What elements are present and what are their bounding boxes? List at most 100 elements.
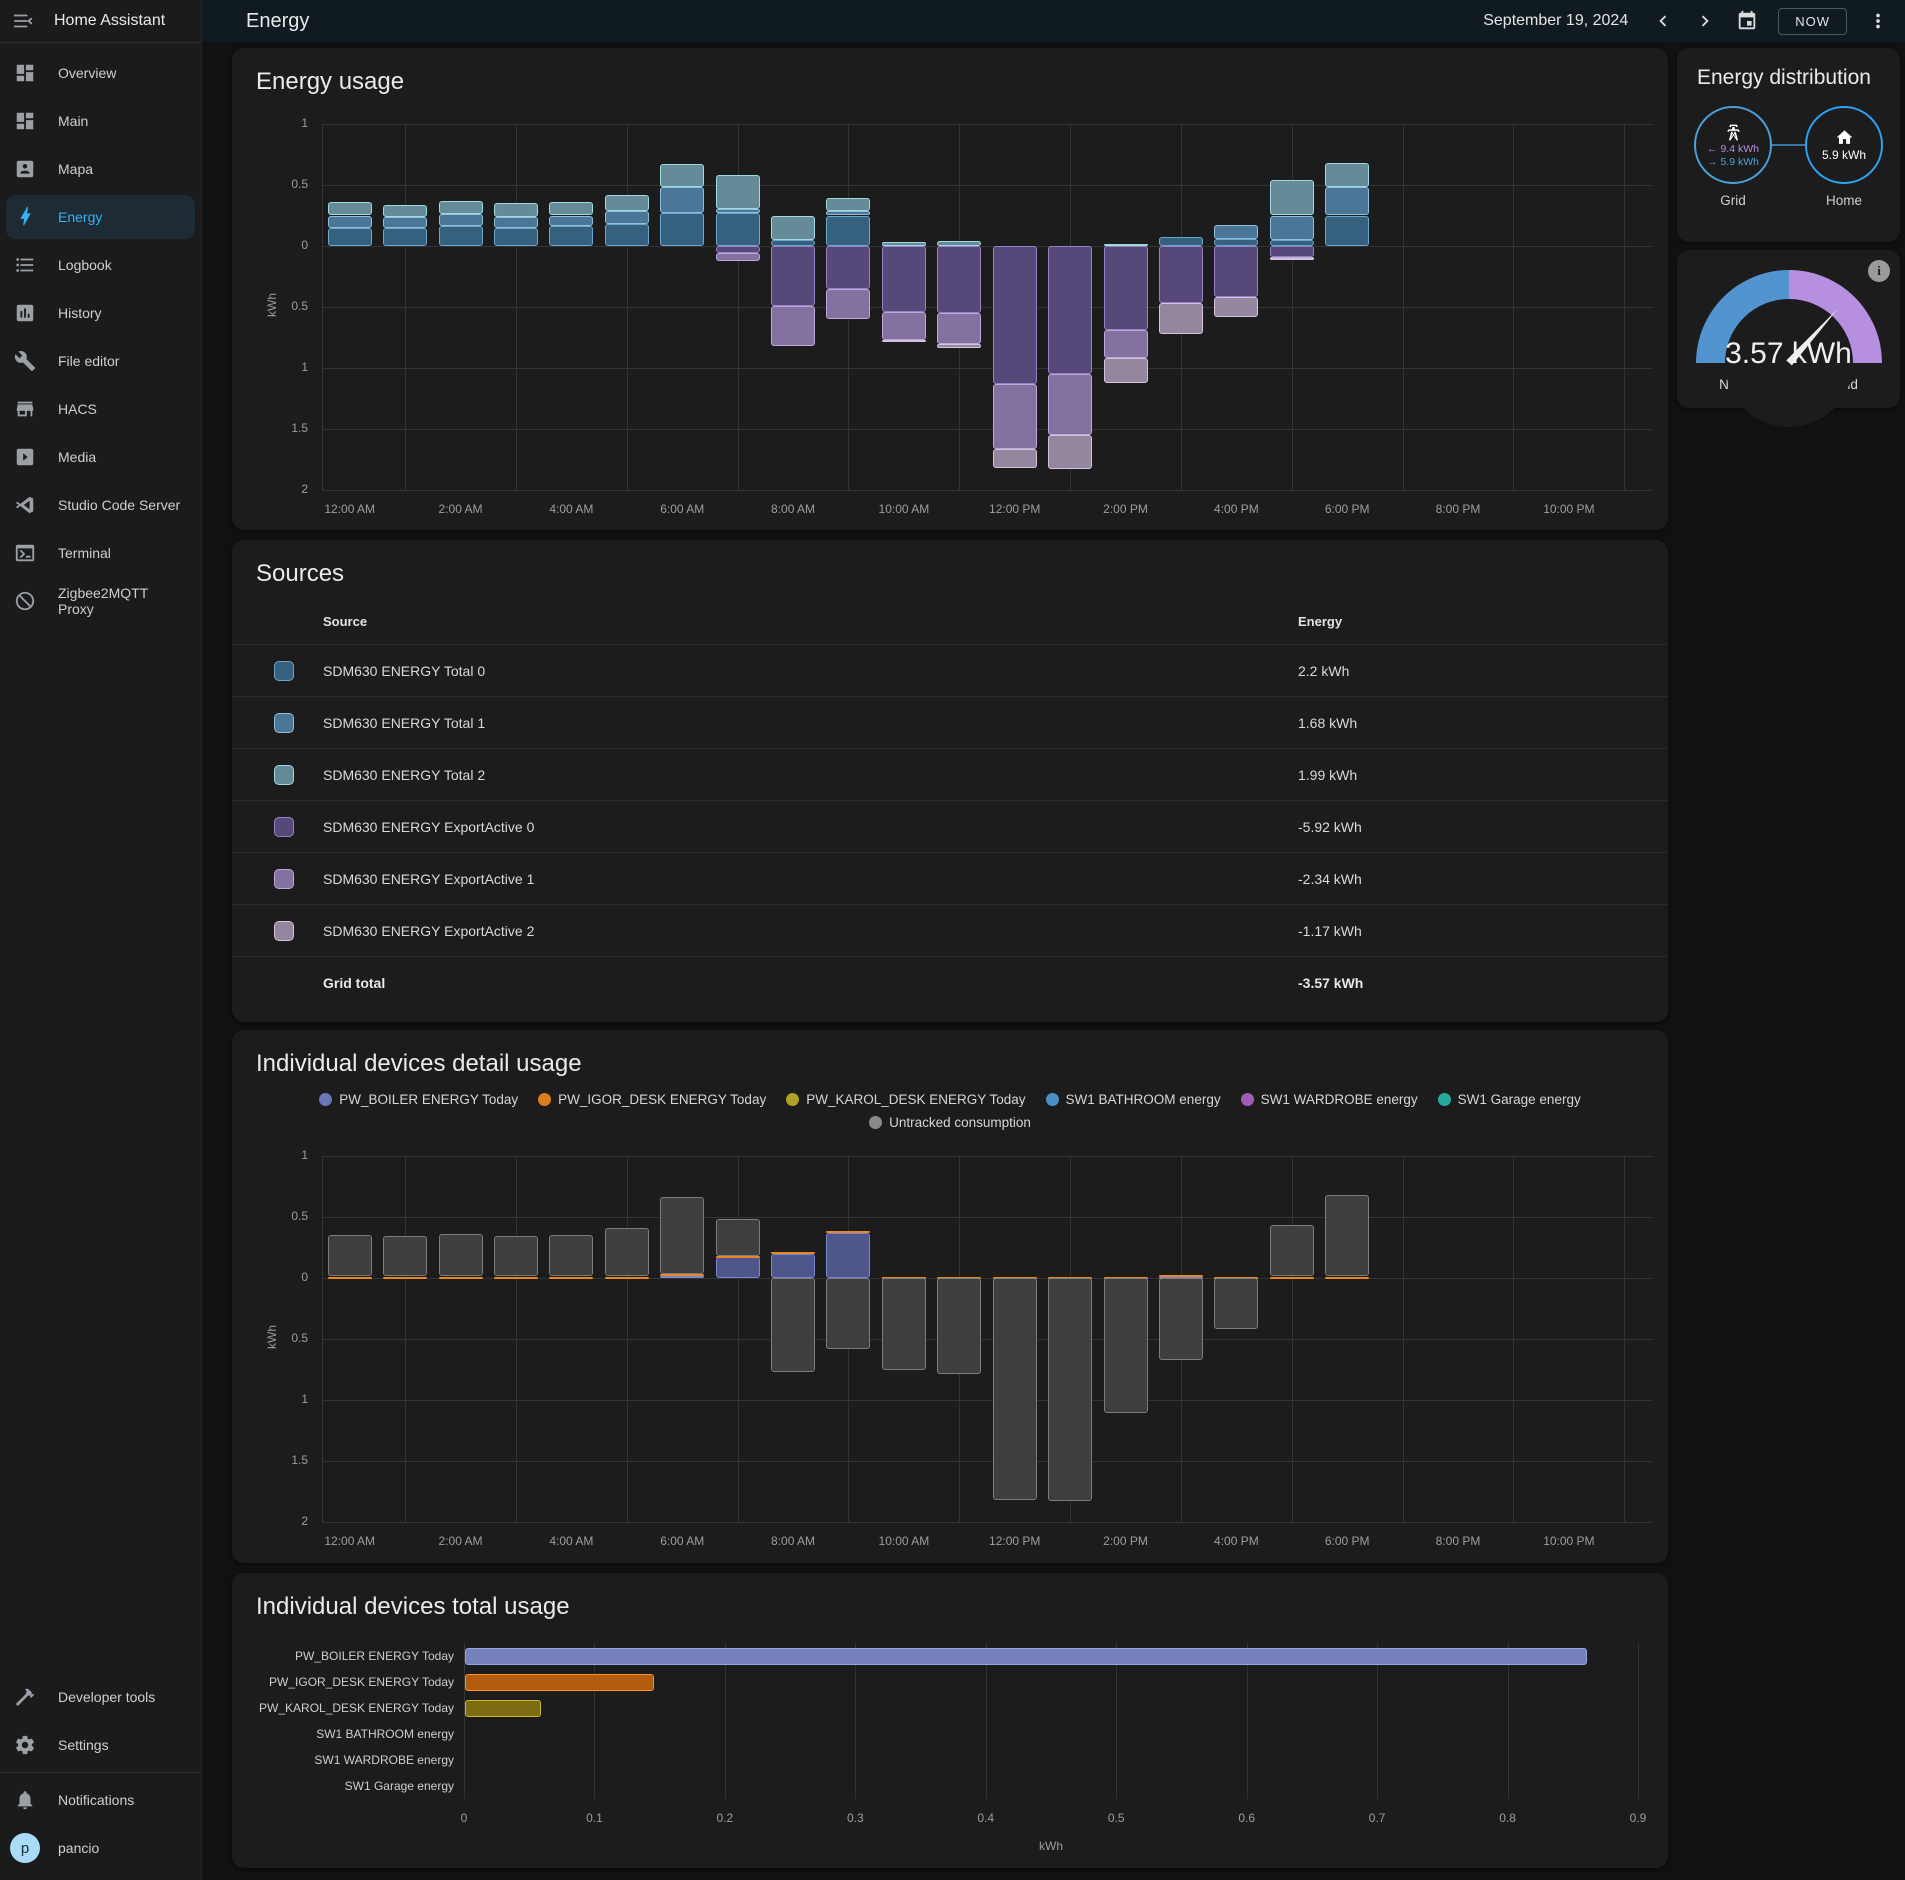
gridline [725,1643,726,1799]
bar-segment [383,205,427,217]
bar-segment [826,289,870,320]
x-axis-tick: 4:00 AM [526,1534,616,1548]
source-row: SDM630 ENERGY Total 0 2.2 kWh [232,644,1668,696]
sidebar-item-mapa[interactable]: Mapa [6,147,195,191]
devices-detail-title: Individual devices detail usage [232,1030,1668,1078]
gridline [1403,124,1404,490]
gridline [322,124,1652,125]
source-row: SDM630 ENERGY ExportActive 0-5.92 kWh [232,800,1668,852]
gridline [322,1217,1652,1218]
x-axis-tick: 8:00 PM [1413,502,1503,516]
home-circle: 5.9 kWh [1805,106,1883,184]
devices-detail-card: Individual devices detail usage PW_BOILE… [232,1030,1668,1563]
bar-segment [1270,1225,1314,1276]
sidebar-item-label: Notifications [58,1792,134,1808]
bar-segment [1104,1278,1148,1413]
now-button[interactable]: NOW [1778,8,1847,35]
gridline [464,1643,465,1799]
app-title: Home Assistant [54,12,165,30]
bar-segment [660,1197,704,1274]
legend-item[interactable]: SW1 WARDROBE energy [1241,1092,1418,1107]
gridline [1403,1156,1404,1522]
dots-vertical-icon[interactable] [1867,10,1889,32]
device-row-label: PW_BOILER ENERGY Today [232,1649,454,1663]
grid-total-label: Grid total [323,975,385,991]
bar-segment [882,312,926,340]
x-axis-tick: 0.5 [1096,1811,1136,1825]
gear-icon [14,1734,36,1756]
sidebar-item-settings[interactable]: Settings [6,1723,194,1767]
sidebar-item-history[interactable]: History [6,291,195,335]
source-name: SDM630 ENERGY Total 0 [323,663,485,679]
bar-segment [494,217,538,228]
calendar-icon[interactable] [1736,10,1758,32]
source-name: SDM630 ENERGY ExportActive 0 [323,819,534,835]
sidebar-item-developer-tools[interactable]: Developer tools [6,1675,194,1719]
bar-segment [1159,1278,1203,1360]
gridline [1508,1643,1509,1799]
menu-open-icon[interactable] [12,10,34,32]
bar-segment [716,209,760,213]
bar-segment [549,1235,593,1276]
chevron-left-icon[interactable] [1652,10,1674,32]
source-name: SDM630 ENERGY ExportActive 1 [323,871,534,887]
y-axis-tick: 2 [260,1514,308,1528]
avatar: p [10,1833,40,1863]
sidebar-item-terminal[interactable]: Terminal [6,531,195,575]
legend-item[interactable]: PW_IGOR_DESK ENERGY Today [538,1092,766,1107]
sources-table-header: Source Energy [232,598,1668,644]
bar-segment [1104,358,1148,382]
gauge-card: i 3.57 kWh Net returned to the grid [1677,250,1900,408]
sidebar-item-zigbee2mqtt-proxy[interactable]: Zigbee2MQTT Proxy [6,579,195,623]
bar-segment [937,344,981,349]
y-axis-tick: 0.5 [260,177,308,191]
legend-item[interactable]: PW_KAROL_DESK ENERGY Today [786,1092,1025,1107]
source-color-swatch [274,713,294,733]
bar-segment [937,246,981,313]
x-axis-tick: 4:00 PM [1191,502,1281,516]
y-axis-tick: 2 [260,482,308,496]
sidebar-item-label: Zigbee2MQTT Proxy [58,585,187,617]
sidebar-item-label: File editor [58,353,119,369]
x-axis-tick: 0.1 [574,1811,614,1825]
sidebar-item-hacs[interactable]: HACS [6,387,195,431]
bar-segment [993,384,1037,449]
bar-segment [716,1256,760,1258]
sidebar-item-energy[interactable]: Energy [6,195,195,239]
chevron-right-icon[interactable] [1694,10,1716,32]
sidebar-item-file-editor[interactable]: File editor [6,339,195,383]
bar-segment [1214,1278,1258,1329]
legend-item[interactable]: SW1 BATHROOM energy [1046,1092,1221,1107]
x-axis-tick: 6:00 PM [1302,502,1392,516]
sidebar-item-main[interactable]: Main [6,99,195,143]
source-energy-value: 2.2 kWh [1298,663,1644,679]
legend-item[interactable]: Untracked consumption [869,1115,1031,1130]
bar-segment [771,1252,815,1254]
sidebar-item-logbook[interactable]: Logbook [6,243,195,287]
grid-consume-value: → 5.9 kWh [1707,156,1759,168]
bar-segment [660,1274,704,1276]
info-icon[interactable]: i [1868,260,1890,282]
bar-segment [882,1278,926,1370]
bar-segment [1214,297,1258,317]
sidebar-item-label: Energy [58,209,102,225]
bar-segment [549,226,593,246]
x-axis-tick: 4:00 AM [526,502,616,516]
legend-item[interactable]: PW_BOILER ENERGY Today [319,1092,518,1107]
bar-segment [716,213,760,246]
sidebar-item-user[interactable]: p pancio [6,1826,194,1870]
bar-segment [605,224,649,246]
sidebar-item-media[interactable]: Media [6,435,195,479]
gridline [1116,1643,1117,1799]
sidebar-item-overview[interactable]: Overview [6,51,195,95]
sidebar-item-studio-code-server[interactable]: Studio Code Server [6,483,195,527]
gridline [594,1643,595,1799]
legend-dot [1438,1093,1451,1106]
sidebar-item-notifications[interactable]: Notifications [6,1778,194,1822]
sidebar-item-label: Mapa [58,161,93,177]
bar-segment [1270,216,1314,240]
page-title: Energy [246,10,309,33]
legend-item[interactable]: SW1 Garage energy [1438,1092,1581,1107]
home-icon [1835,128,1854,147]
bar-segment [328,228,372,246]
